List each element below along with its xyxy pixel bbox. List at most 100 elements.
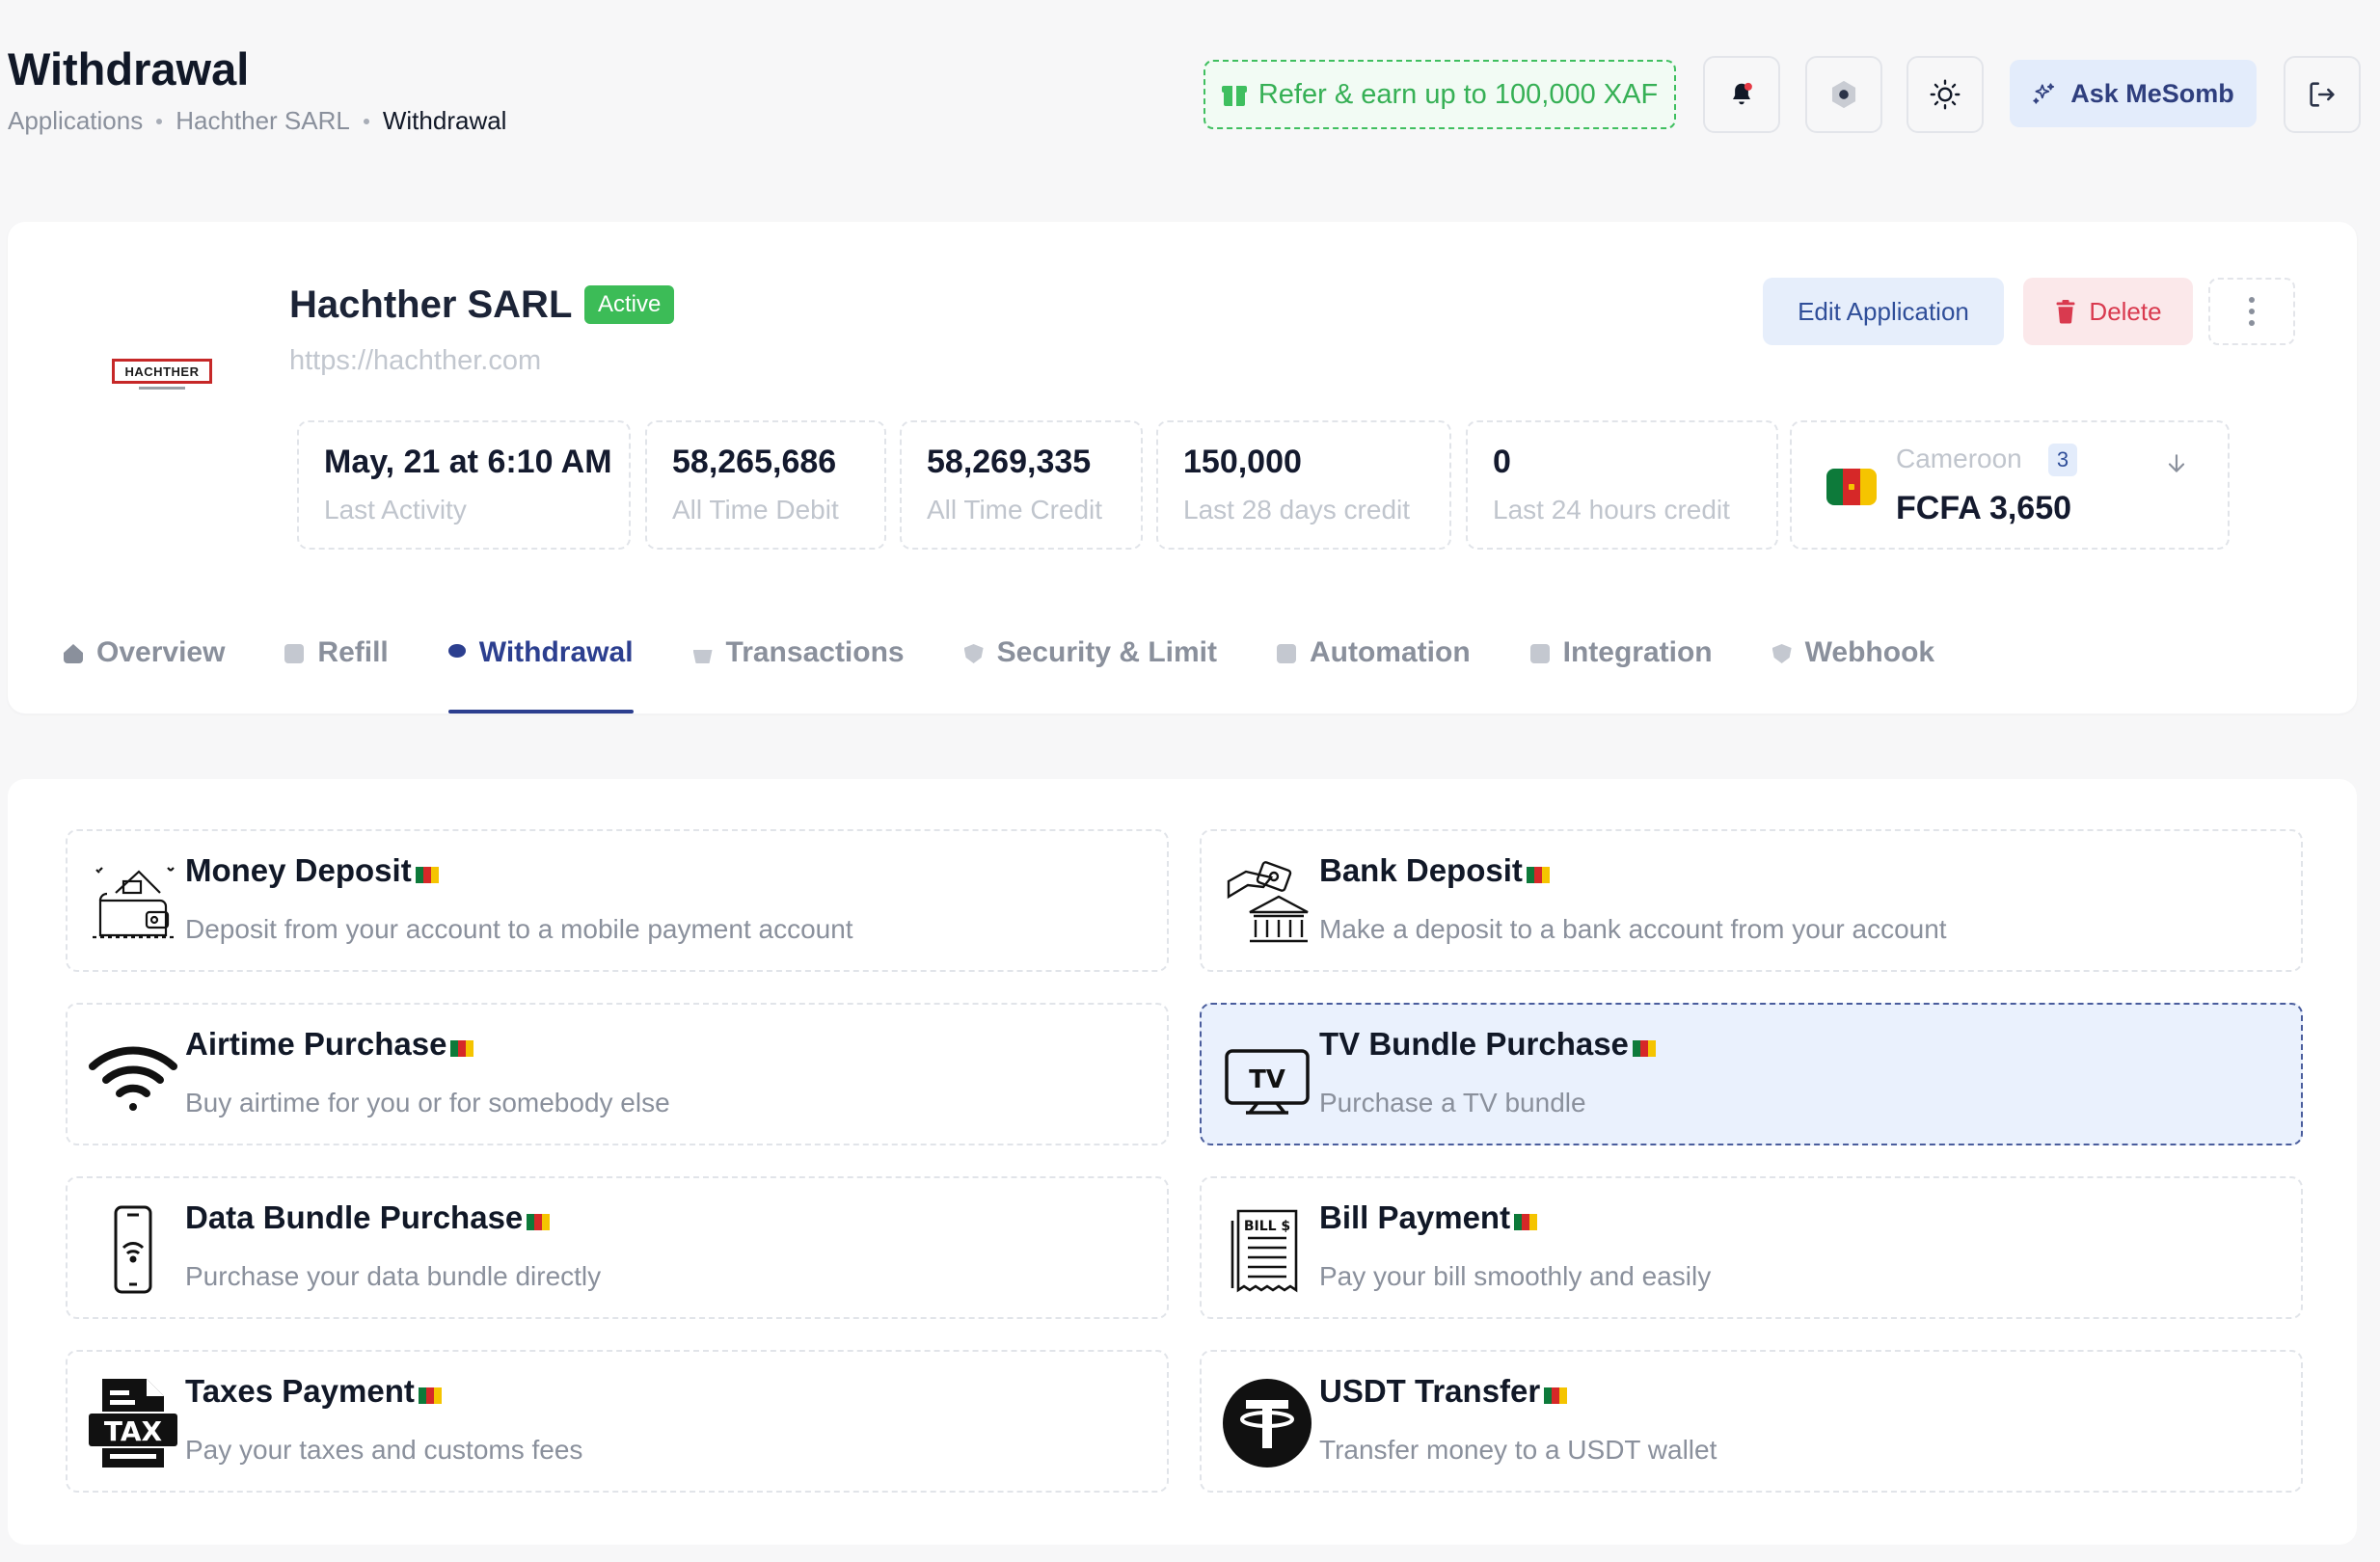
service-bank-deposit[interactable]: Bank Deposit Make a deposit to a bank ac… — [1200, 829, 2303, 972]
tab-integration[interactable]: Integration — [1529, 627, 1713, 714]
country-balance: FCFA 3,650 — [1896, 490, 2072, 526]
stat-label: Last 28 days credit — [1183, 495, 1411, 525]
cameroon-flag-icon — [1514, 1213, 1538, 1230]
sun-icon — [1930, 79, 1961, 110]
tab-label: Integration — [1562, 636, 1713, 668]
ask-mesomb-button[interactable]: Ask MeSomb — [2010, 60, 2257, 127]
bell-icon — [1733, 82, 1752, 105]
service-description: Pay your taxes and customs fees — [185, 1435, 583, 1465]
logout-button[interactable] — [2284, 56, 2361, 133]
cameroon-flag-icon — [1632, 1039, 1656, 1057]
country-name: Cameroon — [1896, 444, 2022, 473]
notifications-button[interactable] — [1703, 56, 1780, 133]
tab-automation[interactable]: Automation — [1277, 627, 1471, 714]
usdt-icon — [1223, 1379, 1312, 1468]
bill-icon: BILL $ — [1231, 1209, 1298, 1293]
cameroon-flag-icon — [415, 866, 439, 883]
service-name: Bill Payment — [1319, 1199, 1538, 1236]
stat-label: Last 24 hours credit — [1493, 495, 1730, 525]
service-taxes-payment[interactable]: TAX Taxes Payment Pay your taxes and cus… — [66, 1350, 1169, 1493]
integration-icon — [1529, 644, 1550, 663]
shield-icon — [963, 644, 984, 663]
ask-mesomb-label: Ask MeSomb — [2070, 78, 2234, 108]
service-airtime-purchase[interactable]: Airtime Purchase Buy airtime for you or … — [66, 1003, 1169, 1145]
service-description: Buy airtime for you or for somebody else — [185, 1088, 670, 1118]
stat-last-24-hours-credit: 0 Last 24 hours credit — [1466, 420, 1778, 550]
status-badge: Active — [584, 285, 675, 324]
more-dot — [2249, 309, 2255, 314]
service-description: Purchase a TV bundle — [1319, 1088, 1586, 1118]
sparkle-icon — [2033, 83, 2055, 104]
withdrawal-services: Money Deposit Deposit from your account … — [8, 779, 2357, 1545]
service-name: Money Deposit — [185, 852, 439, 889]
service-money-deposit[interactable]: Money Deposit Deposit from your account … — [66, 829, 1169, 972]
trash-icon — [2056, 299, 2075, 324]
bank-icon — [1227, 861, 1309, 943]
app-name: Hachther SARL — [289, 283, 573, 326]
service-description: Purchase your data bundle directly — [185, 1261, 602, 1291]
tab-overview[interactable]: Overview — [64, 627, 225, 714]
service-name: USDT Transfer — [1319, 1373, 1568, 1410]
stat-all-time-debit: 58,265,686 All Time Debit — [645, 420, 886, 550]
tab-label: Security & Limit — [996, 636, 1217, 668]
cameroon-flag-icon — [450, 1039, 474, 1057]
tab-security-limit[interactable]: Security & Limit — [963, 627, 1217, 714]
application-tabs: Overview Refill Withdrawal Transactions … — [64, 627, 1994, 714]
tab-label: Refill — [317, 636, 389, 668]
stat-label: Last Activity — [324, 495, 467, 525]
delete-label: Delete — [2089, 296, 2162, 326]
country-balance-selector[interactable]: Cameroon 3 FCFA 3,650 — [1790, 420, 2230, 550]
stat-value: May, 21 at 6:10 AM — [324, 444, 612, 480]
service-description: Deposit from your account to a mobile pa… — [185, 914, 853, 944]
tab-transactions[interactable]: Transactions — [692, 627, 905, 714]
service-description: Pay your bill smoothly and easily — [1319, 1261, 1712, 1291]
service-name: Data Bundle Purchase — [185, 1199, 551, 1236]
edit-application-button[interactable]: Edit Application — [1763, 278, 2004, 345]
bill-icon-text: BILL $ — [1244, 1219, 1290, 1234]
wallet-icon — [93, 867, 175, 939]
cameroon-flag-icon — [418, 1387, 442, 1404]
country-count-badge: 3 — [2048, 444, 2077, 476]
breadcrumb-separator — [363, 118, 369, 124]
stat-all-time-credit: 58,269,335 All Time Credit — [900, 420, 1143, 550]
service-name: Bank Deposit — [1319, 852, 1550, 889]
stat-value: 58,265,686 — [672, 444, 837, 480]
chevron-down-icon — [2168, 454, 2185, 472]
service-description: Make a deposit to a bank account from yo… — [1319, 914, 1947, 944]
tax-icon-text: TAX — [104, 1415, 163, 1447]
tab-webhook[interactable]: Webhook — [1771, 627, 1935, 714]
breadcrumb-app[interactable]: Hachther SARL — [176, 106, 350, 136]
theme-toggle-button[interactable] — [1907, 56, 1984, 133]
breadcrumb: Applications Hachther SARL Withdrawal — [8, 106, 506, 136]
delete-button[interactable]: Delete — [2023, 278, 2193, 345]
tab-label: Withdrawal — [478, 636, 634, 668]
service-bill-payment[interactable]: BILL $ Bill Payment Pay your bill smooth… — [1200, 1176, 2303, 1319]
breadcrumb-applications[interactable]: Applications — [8, 106, 143, 136]
service-name: TV Bundle Purchase — [1319, 1026, 1656, 1063]
cameroon-flag-icon — [1826, 469, 1877, 505]
tab-refill[interactable]: Refill — [284, 627, 389, 714]
svg-text:TV: TV — [1249, 1065, 1285, 1094]
cameroon-flag-icon — [1544, 1387, 1568, 1404]
settings-hex-button[interactable] — [1805, 56, 1882, 133]
service-tv-bundle-purchase[interactable]: TV TV Bundle Purchase Purchase a TV bund… — [1200, 1003, 2303, 1145]
service-name: Airtime Purchase — [185, 1026, 474, 1063]
more-options-button[interactable] — [2208, 278, 2295, 345]
tab-label: Webhook — [1804, 636, 1935, 668]
tax-icon: TAX — [89, 1379, 177, 1468]
webhook-icon — [1771, 644, 1792, 663]
app-url[interactable]: https://hachther.com — [289, 345, 541, 377]
more-dot — [2249, 297, 2255, 303]
logout-icon — [2310, 82, 2335, 107]
service-data-bundle-purchase[interactable]: Data Bundle Purchase Purchase your data … — [66, 1176, 1169, 1319]
tab-withdrawal[interactable]: Withdrawal — [447, 627, 634, 714]
service-description: Transfer money to a USDT wallet — [1319, 1435, 1717, 1465]
basket-icon — [692, 650, 713, 663]
refer-earn-label: Refer & earn up to 100,000 XAF — [1258, 78, 1659, 110]
service-usdt-transfer[interactable]: USDT Transfer Transfer money to a USDT w… — [1200, 1350, 2303, 1493]
refer-earn-button[interactable]: Refer & earn up to 100,000 XAF — [1204, 60, 1676, 129]
stat-value: 58,269,335 — [927, 444, 1092, 480]
withdrawal-icon — [447, 644, 466, 658]
gift-icon — [1221, 82, 1247, 107]
stat-value: 0 — [1493, 444, 1511, 480]
